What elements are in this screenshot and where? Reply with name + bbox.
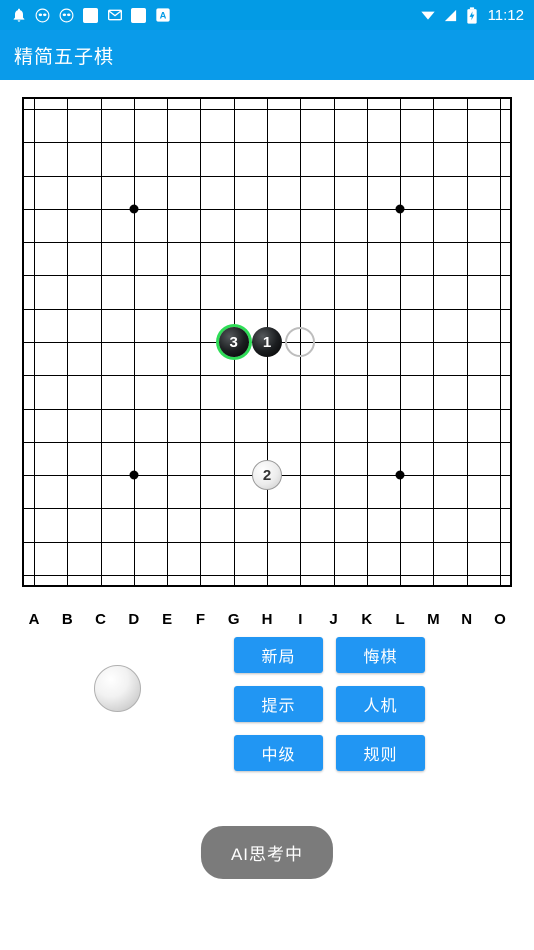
star-point [395,470,405,480]
ai-thinking-toast: AI思考中 [200,826,334,879]
square-icon [82,7,99,24]
grid-line-vertical [333,99,335,585]
stone-black[interactable]: 1 [252,327,282,357]
mask-icon [58,7,75,24]
bell-icon [10,7,27,24]
star-point [129,204,139,214]
hint-button[interactable]: 提示 [234,686,323,722]
controls-area: 新局 悔棋 提示 人机 中级 规则 [0,557,534,771]
new-game-button[interactable]: 新局 [234,637,323,673]
rules-button[interactable]: 规则 [336,735,425,771]
current-turn-stone-preview [94,665,141,712]
status-bar-notification-icons: A [10,7,420,24]
grid-line-horizontal [24,508,510,510]
star-point [129,470,139,480]
board-marker[interactable] [285,327,316,357]
grid-line-horizontal [24,408,510,410]
undo-button[interactable]: 悔棋 [336,637,425,673]
button-grid: 新局 悔棋 提示 人机 中级 规则 [234,637,526,771]
grid-line-vertical [466,99,468,585]
grid-line-vertical [500,99,501,585]
grid-line-vertical [433,99,435,585]
stone-black[interactable]: 3 [218,327,249,357]
svg-text:A: A [159,11,166,21]
board-area: 151413121110987654321ABCDEFGHIJKLMNO312 [0,80,534,628]
app-a-icon: A [154,7,171,24]
signal-icon [442,7,459,24]
status-bar-clock: 11:12 [487,6,524,24]
battery-icon [464,6,481,24]
app-title: 精简五子棋 [14,46,115,68]
app-bar: 精简五子棋 [0,30,534,80]
grid-line-vertical [366,99,368,585]
square-icon [130,7,147,24]
star-point [395,204,405,214]
stone-white[interactable]: 2 [252,460,282,491]
grid-line-horizontal [24,541,510,543]
wifi-icon [420,7,437,24]
gomoku-board[interactable]: 151413121110987654321ABCDEFGHIJKLMNO312 [22,97,512,628]
status-bar-system-icons: 11:12 [420,7,524,24]
mask-icon [34,7,51,24]
grid-line-horizontal [24,375,510,377]
mail-icon [106,7,123,24]
grid-line-horizontal [24,441,510,443]
status-bar: A 11:12 [0,0,534,30]
grid-line-vertical [400,99,402,585]
mode-button[interactable]: 人机 [336,686,425,722]
difficulty-button[interactable]: 中级 [234,735,323,771]
